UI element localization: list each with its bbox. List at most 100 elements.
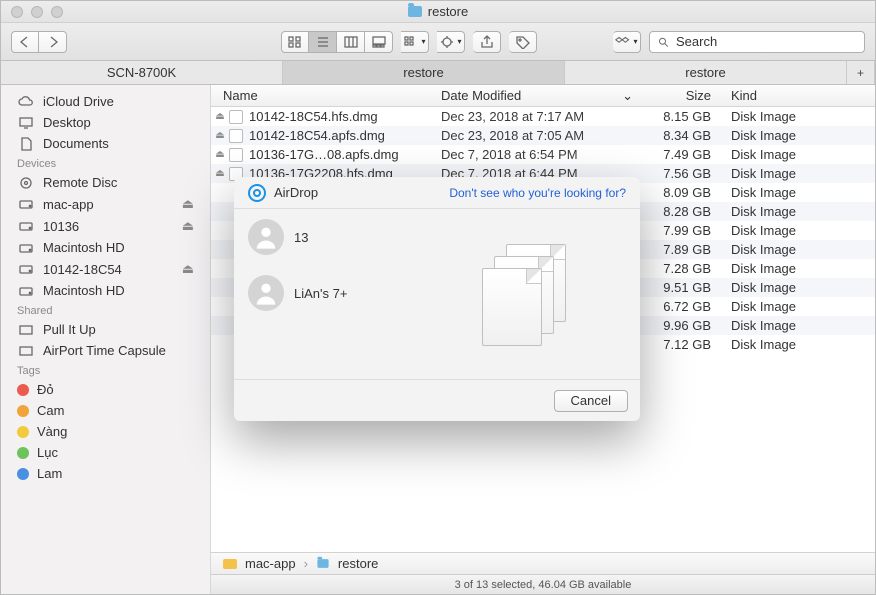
eject-icon[interactable]: ⏏	[211, 130, 229, 141]
sidebar-tag-đỏ[interactable]: Đỏ	[1, 379, 210, 400]
file-kind: Disk Image	[721, 337, 875, 352]
file-kind: Disk Image	[721, 128, 875, 143]
col-size[interactable]: Size	[641, 88, 721, 103]
sidebar-item-remote disc[interactable]: Remote Disc	[1, 172, 210, 193]
sidebar-tag-cam[interactable]: Cam	[1, 400, 210, 421]
sidebar-item-macintosh hd[interactable]: Macintosh HD	[1, 280, 210, 301]
cloud-icon	[17, 95, 35, 109]
disk-image-icon	[229, 129, 243, 143]
file-kind: Disk Image	[721, 242, 875, 257]
file-kind: Disk Image	[721, 318, 875, 333]
sidebar-item-label: mac-app	[43, 197, 94, 212]
file-kind: Disk Image	[721, 204, 875, 219]
sidebar-item-pull it up[interactable]: Pull It Up	[1, 319, 210, 340]
drive-icon	[17, 219, 35, 233]
tab-1[interactable]: restore	[283, 61, 565, 84]
sidebar-item-icloud drive[interactable]: iCloud Drive	[1, 91, 210, 112]
view-columns-button[interactable]	[337, 31, 365, 53]
col-name[interactable]: Name	[211, 88, 441, 103]
eject-icon[interactable]: ⏏	[211, 111, 229, 122]
toolbar: ▾ ▾ ▾ Search	[1, 23, 875, 61]
file-kind: Disk Image	[721, 147, 875, 162]
search-placeholder: Search	[676, 34, 717, 49]
col-date[interactable]: Date Modified⌄	[441, 88, 641, 104]
file-size: 7.56 GB	[641, 166, 721, 181]
action-button[interactable]: ▾	[437, 31, 465, 53]
drive-icon	[17, 284, 35, 298]
sidebar-tag-lam[interactable]: Lam	[1, 463, 210, 484]
view-icons-button[interactable]	[281, 31, 309, 53]
tab-0[interactable]: SCN-8700K	[1, 61, 283, 84]
file-date: Dec 23, 2018 at 7:05 AM	[441, 128, 641, 143]
sidebar-devices-header: Devices	[1, 154, 210, 172]
eject-icon[interactable]: ⏏	[182, 261, 194, 277]
desktop-icon	[17, 116, 35, 130]
path-seg-0[interactable]: mac-app	[245, 556, 296, 571]
sidebar-item-label: Lục	[37, 445, 58, 460]
eject-icon[interactable]: ⏏	[211, 149, 229, 160]
net-icon	[17, 323, 35, 337]
eject-icon[interactable]: ⏏	[211, 168, 229, 179]
file-size: 7.89 GB	[641, 242, 721, 257]
path-bar[interactable]: mac-app › restore	[211, 552, 875, 574]
sidebar-item-10142-18c54[interactable]: 10142-18C54 ⏏	[1, 258, 210, 280]
sidebar-item-label: Lam	[37, 466, 62, 481]
file-date: Dec 7, 2018 at 6:54 PM	[441, 147, 641, 162]
titlebar: restore	[1, 1, 875, 23]
view-gallery-button[interactable]	[365, 31, 393, 53]
new-tab-button[interactable]: +	[847, 61, 875, 84]
sidebar-item-label: iCloud Drive	[43, 94, 114, 109]
view-list-button[interactable]	[309, 31, 337, 53]
airdrop-title: AirDrop	[274, 185, 318, 200]
sidebar-item-documents[interactable]: Documents	[1, 133, 210, 154]
table-row[interactable]: ⏏ 10142-18C54.hfs.dmg Dec 23, 2018 at 7:…	[211, 107, 875, 126]
airdrop-recipient[interactable]: LiAn's 7+	[248, 275, 414, 311]
airdrop-sheet: AirDrop Don't see who you're looking for…	[234, 177, 640, 421]
airdrop-recipient[interactable]: 13	[248, 219, 414, 255]
forward-button[interactable]	[39, 31, 67, 53]
folder-icon	[317, 559, 328, 568]
back-button[interactable]	[11, 31, 39, 53]
table-row[interactable]: ⏏ 10142-18C54.apfs.dmg Dec 23, 2018 at 7…	[211, 126, 875, 145]
tab-2[interactable]: restore	[565, 61, 847, 84]
net-icon	[17, 344, 35, 358]
sidebar-item-label: AirPort Time Capsule	[43, 343, 166, 358]
cancel-button[interactable]: Cancel	[554, 390, 628, 412]
file-size: 8.28 GB	[641, 204, 721, 219]
sidebar-item-macintosh hd[interactable]: Macintosh HD	[1, 237, 210, 258]
eject-icon[interactable]: ⏏	[182, 218, 194, 234]
eject-icon[interactable]: ⏏	[182, 196, 194, 212]
file-preview	[414, 209, 640, 379]
airdrop-help-link[interactable]: Don't see who you're looking for?	[449, 186, 626, 200]
sidebar-item-label: Đỏ	[37, 382, 54, 397]
sidebar-tag-lục[interactable]: Lục	[1, 442, 210, 463]
file-kind: Disk Image	[721, 299, 875, 314]
recipient-name: 13	[294, 230, 308, 245]
column-headers[interactable]: Name Date Modified⌄ Size Kind	[211, 85, 875, 107]
doc-icon	[17, 137, 35, 151]
recipient-name: LiAn's 7+	[294, 286, 347, 301]
tag-dot-icon	[17, 447, 29, 459]
share-button[interactable]	[473, 31, 501, 53]
file-size: 6.72 GB	[641, 299, 721, 314]
tag-dot-icon	[17, 468, 29, 480]
path-seg-1[interactable]: restore	[338, 556, 378, 571]
sort-chevron-icon: ⌄	[622, 88, 633, 104]
search-field[interactable]: Search	[649, 31, 865, 53]
sidebar-item-10136[interactable]: 10136 ⏏	[1, 215, 210, 237]
sidebar-item-label: 10136	[43, 219, 79, 234]
avatar-icon	[248, 275, 284, 311]
dropbox-button[interactable]: ▾	[613, 31, 641, 53]
tags-button[interactable]	[509, 31, 537, 53]
sidebar-item-desktop[interactable]: Desktop	[1, 112, 210, 133]
sidebar-item-mac-app[interactable]: mac-app ⏏	[1, 193, 210, 215]
tab-bar: SCN-8700K restore restore +	[1, 61, 875, 85]
file-size: 7.99 GB	[641, 223, 721, 238]
table-row[interactable]: ⏏ 10136-17G…08.apfs.dmg Dec 7, 2018 at 6…	[211, 145, 875, 164]
col-kind[interactable]: Kind	[721, 88, 875, 103]
sidebar-item-label: Remote Disc	[43, 175, 117, 190]
file-kind: Disk Image	[721, 280, 875, 295]
arrange-button[interactable]: ▾	[401, 31, 429, 53]
sidebar-tag-vàng[interactable]: Vàng	[1, 421, 210, 442]
sidebar-item-airport time capsule[interactable]: AirPort Time Capsule	[1, 340, 210, 361]
